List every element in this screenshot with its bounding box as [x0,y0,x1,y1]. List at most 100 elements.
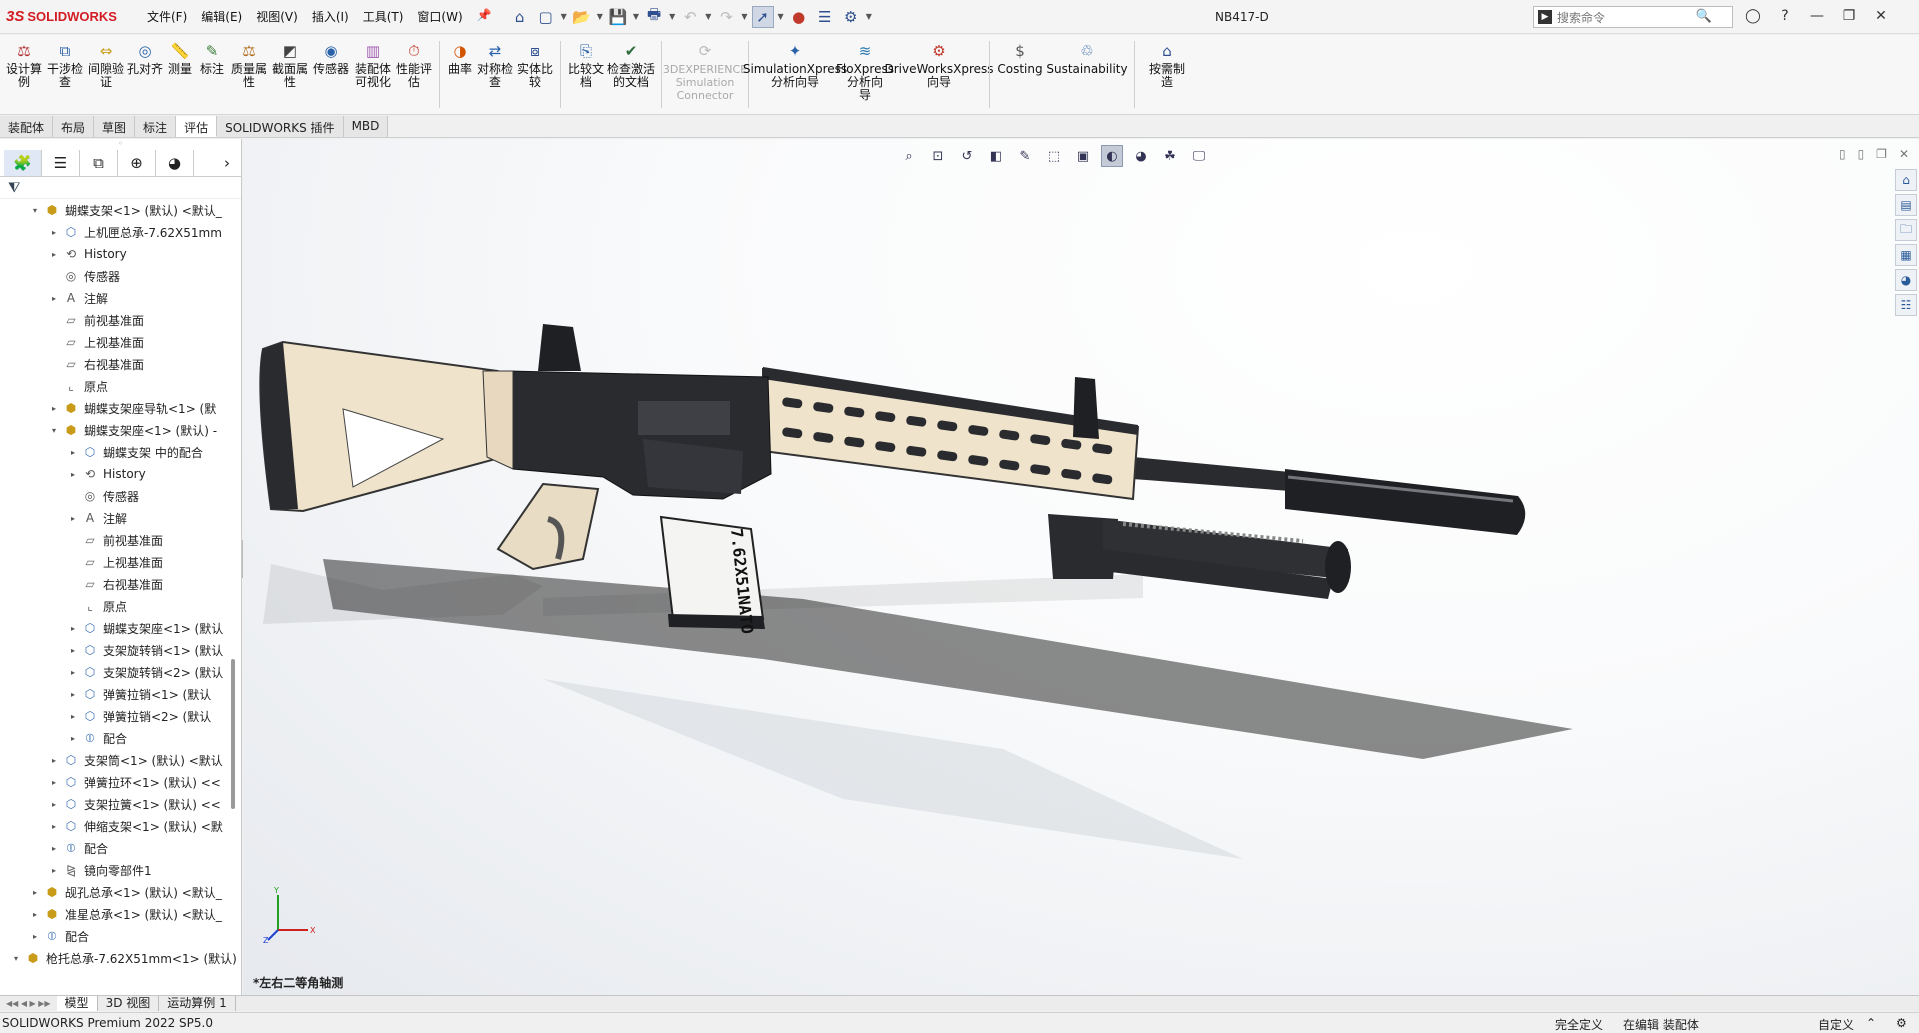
tree-item[interactable]: ▸ ⬢ 蝴蝶支架座导轨<1> (默 [0,397,241,419]
symmetry-check-button[interactable]: ⇄ 对称检 查 [475,35,515,114]
expand-chevron-icon[interactable]: ▸ [48,228,60,237]
collapse-chevron-icon[interactable]: ▾ [10,954,22,963]
tree-item[interactable]: ▱ 前视基准面 [0,529,241,551]
select-cursor-icon[interactable]: ➚ [751,5,774,28]
status-settings-icon[interactable]: ⚙ [1896,1016,1907,1030]
options-gear-icon[interactable]: ⚙ [840,6,862,28]
assembly-visualization-button[interactable]: ▥ 装配体 可视化 [352,35,394,114]
close-icon[interactable]: ✕ [1870,6,1892,26]
driveworksxpress-button[interactable]: ⚙ DriveWorksXpress 向导 [884,35,993,114]
tree-item[interactable]: ◎ 传感器 [0,265,241,287]
menu-tools[interactable]: 工具(T) [356,8,411,25]
units-chevron-icon[interactable]: ⌃ [1866,1016,1876,1030]
sustainability-button[interactable]: ♲ Sustainability [1045,35,1129,114]
tree-item[interactable]: ▸ ⬡ 弹簧拉销<2> (默认 [0,705,241,727]
tree-item[interactable]: ▸ ⬡ 弹簧拉环<1> (默认) << [0,771,241,793]
tree-item[interactable]: ▱ 右视基准面 [0,353,241,375]
tree-item[interactable]: ▸ ⟲ History [0,463,241,485]
body-compare-button[interactable]: ⧇ 实体比 较 [515,35,555,114]
collapse-chevron-icon[interactable]: ▾ [29,206,41,215]
curvature-button[interactable]: ◑ 曲率 [445,35,475,114]
filter-icon[interactable]: ⧨ [0,177,241,199]
check-doc-button[interactable]: ✔ 检查激活 的文档 [606,35,656,114]
tree-item[interactable]: ▸ ⧎ 镜向零部件1 [0,859,241,881]
tree-scrollbar[interactable] [231,659,235,809]
configurationmanager-tab-icon[interactable]: ⧉ [80,149,118,176]
featuremanager-tab-icon[interactable]: 🧩 [4,149,42,176]
propertymanager-tab-icon[interactable]: ☰ [42,149,80,176]
collapse-chevron-icon[interactable]: ▾ [48,426,60,435]
chevron-down-icon[interactable]: ▼ [561,12,567,21]
expand-chevron-icon[interactable]: ▸ [67,448,79,457]
compare-docs-button[interactable]: ⎘ 比较文 档 [566,35,606,114]
print-icon[interactable]: 🖶 [643,5,665,28]
tree-item[interactable]: ▾ ⬢ 蝴蝶支架<1> (默认) <默认_ [0,199,241,221]
expand-chevron-icon[interactable]: ▸ [48,778,60,787]
expand-chevron-icon[interactable]: ▸ [67,668,79,677]
displaymanager-tab-icon[interactable]: ◕ [156,149,194,176]
tree-item[interactable]: ▸ ⬡ 支架旋转销<1> (默认 [0,639,241,661]
chevron-down-icon[interactable]: ▼ [866,12,872,21]
design-study-button[interactable]: ⚖ 设计算 例 [4,35,44,114]
graphics-area[interactable]: ⌕ ⊡ ↺ ◧ ✎ ⬚ ▣ ◐ ◕ ☘ 🖵 ▯ ▯ ❐ ✕ ⌂ ▤ 🗀 ▦ ◕ … [243,139,1919,995]
interference-check-button[interactable]: ⧉ 干涉检 查 [44,35,86,114]
panel-grip[interactable]: ◦ [0,139,241,149]
chevron-down-icon[interactable]: ▼ [669,12,675,21]
redo-icon[interactable]: ↷ [715,6,737,28]
tree-item[interactable]: ▸ A 注解 [0,507,241,529]
ribbon-tab[interactable]: 布局 [53,116,95,137]
markup-button[interactable]: ✎ 标注 [196,35,228,114]
tree-item[interactable]: ⌞ 原点 [0,595,241,617]
tree-item[interactable]: ▸ ⦶ 配合 [0,837,241,859]
save-icon[interactable]: 💾 [607,6,629,28]
simulation-connector-button[interactable]: ⟳ 3DEXPERIENCE Simulation Connector [663,35,747,114]
expand-chevron-icon[interactable]: ▸ [67,646,79,655]
minimize-icon[interactable]: — [1806,6,1828,26]
new-file-icon[interactable]: ▢ [535,6,557,28]
search-icon[interactable]: 🔍 [1696,9,1712,24]
tree-item[interactable]: ▸ ⬡ 上机匣总承-7.62X51mm [0,221,241,243]
expand-chevron-icon[interactable]: ▸ [67,734,79,743]
expand-chevron-icon[interactable]: ▸ [48,756,60,765]
tree-item[interactable]: ▸ ⬡ 支架拉簧<1> (默认) << [0,793,241,815]
expand-chevron-icon[interactable]: ▸ [29,932,41,941]
expand-chevron-icon[interactable]: ▸ [67,624,79,633]
chevron-down-icon[interactable]: ▼ [633,12,639,21]
units-custom[interactable]: 自定义 [1818,1016,1854,1033]
menu-window[interactable]: 窗口(W) [410,8,469,25]
section-properties-button[interactable]: ◩ 截面属 性 [270,35,310,114]
tree-item[interactable]: ▸ ⦶ 配合 [0,727,241,749]
expand-chevron-icon[interactable]: ▸ [67,514,79,523]
expand-chevron-icon[interactable]: ▸ [29,910,41,919]
chevron-down-icon[interactable]: ▼ [741,12,747,21]
tree-item[interactable]: ▸ A 注解 [0,287,241,309]
tree-item[interactable]: ◎ 传感器 [0,485,241,507]
rifle-model-3d[interactable]: 7.62X51NATO [243,139,1919,995]
ribbon-tab[interactable]: SOLIDWORKS 插件 [217,116,344,137]
tree-item[interactable]: ▸ ⬢ 觇孔总承<1> (默认) <默认_ [0,881,241,903]
search-scope-icon[interactable]: ▶ [1538,10,1552,24]
user-account-icon[interactable]: ◯ [1742,6,1764,26]
tree-item[interactable]: ⌞ 原点 [0,375,241,397]
tree-item[interactable]: ▸ ⟲ History [0,243,241,265]
ribbon-tab[interactable]: 草图 [94,116,136,137]
menu-view[interactable]: 视图(V) [249,8,305,25]
expand-chevron-icon[interactable]: ▸ [48,800,60,809]
tree-item[interactable]: ▸ ⬡ 伸缩支架<1> (默认) <默 [0,815,241,837]
undo-icon[interactable]: ↶ [679,6,701,28]
performance-eval-button[interactable]: ⏱ 性能评 估 [394,35,434,114]
pin-icon[interactable]: 📌 [470,8,499,25]
expand-chevron-icon[interactable]: ▸ [67,470,79,479]
tree-item[interactable]: ▸ ⬡ 支架筒<1> (默认) <默认 [0,749,241,771]
chevron-down-icon[interactable]: ▼ [778,12,784,21]
tree-item[interactable]: ▸ ⦶ 配合 [0,925,241,947]
tab-model[interactable]: 模型 [56,996,98,1011]
ribbon-tab[interactable]: 装配体 [0,116,54,137]
menu-edit[interactable]: 编辑(E) [194,8,249,25]
tab-motion-study[interactable]: 运动算例 1 [159,996,236,1011]
menu-insert[interactable]: 插入(I) [305,8,356,25]
expand-chevron-icon[interactable]: ▸ [48,250,60,259]
simulationxpress-button[interactable]: ✦ SimulationXpress 分析向导 [743,35,847,114]
expand-chevron-icon[interactable]: ▸ [48,294,60,303]
search-commands-input[interactable]: ▶ 搜索命令 🔍 [1533,6,1733,28]
